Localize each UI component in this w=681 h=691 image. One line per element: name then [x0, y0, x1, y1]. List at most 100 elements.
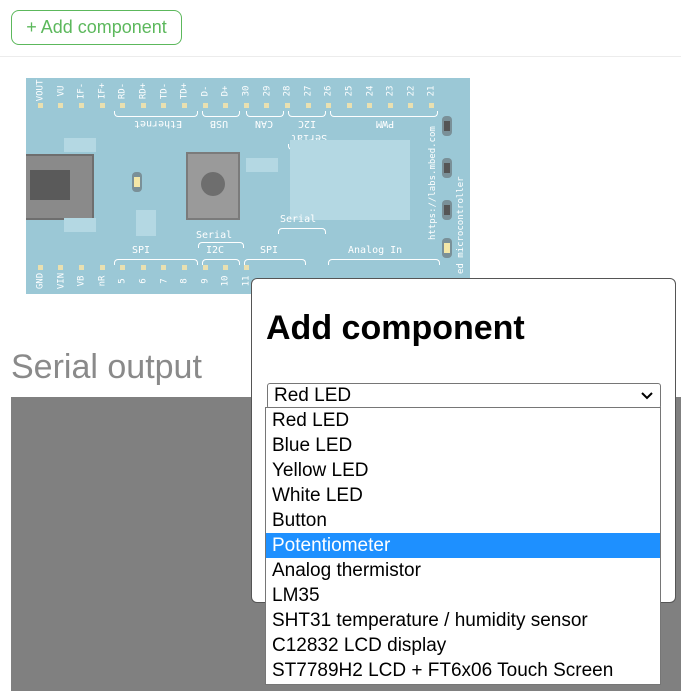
- pin-pad: [58, 265, 64, 270]
- pin-label: 10: [220, 275, 231, 287]
- board-pin: 10: [215, 264, 236, 292]
- component-option[interactable]: Yellow LED: [266, 458, 660, 483]
- usb-connector: [26, 154, 94, 220]
- pin-label: VIN: [55, 272, 66, 290]
- pin-label: 9: [200, 278, 211, 284]
- board-pin: RD-: [112, 80, 133, 108]
- pin-label: 27: [303, 85, 314, 97]
- board-pin: VOUT: [30, 80, 51, 108]
- pin-pad: [223, 103, 229, 108]
- pin-label: 21: [426, 85, 437, 97]
- led-icon: [132, 172, 142, 192]
- pin-pad: [202, 265, 208, 270]
- board-label-i2c-top: I2C: [298, 118, 317, 129]
- board-pin: VIN: [51, 264, 72, 292]
- component-option[interactable]: Blue LED: [266, 433, 660, 458]
- serial-output-title: Serial output: [11, 348, 202, 386]
- board-pin: 28: [277, 80, 298, 108]
- board-pad: [64, 138, 96, 152]
- pin-label: 5: [117, 278, 128, 284]
- bracket: [246, 111, 284, 117]
- bracket: [202, 111, 240, 117]
- pin-pad: [223, 265, 229, 270]
- board-pin: VU: [51, 80, 72, 108]
- board-pin: 29: [257, 80, 278, 108]
- bracket: [330, 111, 438, 117]
- component-option[interactable]: Analog thermistor: [266, 558, 660, 583]
- pin-label: 6: [138, 278, 149, 284]
- pin-label: 29: [261, 85, 272, 97]
- pin-pad: [181, 103, 187, 108]
- component-option[interactable]: Red LED: [266, 408, 660, 433]
- board-pad: [290, 140, 410, 220]
- board-side-text: ed microcontroller: [456, 176, 466, 274]
- board-pin: 27: [298, 80, 319, 108]
- board-label-analog-in: Analog In: [348, 245, 403, 256]
- pin-label: 22: [405, 85, 416, 97]
- add-component-button[interactable]: + Add component: [11, 10, 182, 45]
- pin-label: RD-: [117, 82, 128, 100]
- pin-pad: [99, 103, 105, 108]
- component-option[interactable]: Button: [266, 508, 660, 533]
- pin-label: RD+: [138, 82, 149, 100]
- pin-pad: [202, 103, 208, 108]
- component-select-value: Red LED: [274, 385, 352, 406]
- component-option[interactable]: LM35: [266, 583, 660, 608]
- pin-pad: [161, 265, 167, 270]
- pin-label: 28: [282, 85, 293, 97]
- board-label-serial-left: Serial: [196, 230, 233, 241]
- component-options-list: Red LED Blue LED Yellow LED White LED Button…: [265, 407, 661, 685]
- pin-label: VOUT: [35, 79, 46, 102]
- board-pin: 21: [421, 80, 442, 108]
- pin-label: 23: [385, 85, 396, 97]
- pin-pad: [140, 103, 146, 108]
- component-option[interactable]: C12832 LCD display: [266, 633, 660, 658]
- board-label-spi-left: SPI: [132, 245, 151, 256]
- bracket: [278, 228, 326, 234]
- board-pin: 24: [360, 80, 381, 108]
- board-pin: 25: [339, 80, 360, 108]
- board-pin: D+: [215, 80, 236, 108]
- board-pin: 6: [133, 264, 154, 292]
- board-label-can: CAN: [255, 118, 274, 129]
- board-pin: IF-: [71, 80, 92, 108]
- board-pin: 22: [401, 80, 422, 108]
- pin-label: 25: [344, 85, 355, 97]
- component-select[interactable]: Red LED: [267, 383, 661, 409]
- component-option[interactable]: ST7789H2 LCD + FT6x06 Touch Screen: [266, 658, 660, 683]
- board-label-pwm: PWM: [376, 118, 395, 129]
- board-pin: 23: [380, 80, 401, 108]
- pin-pad: [264, 103, 270, 108]
- pin-label: 8: [179, 278, 190, 284]
- pin-pad: [140, 265, 146, 270]
- component-option[interactable]: Potentiometer: [266, 533, 660, 558]
- top-pin-row: VOUT VU IF- IF+ RD- RD+ TD- TD+ D- D+ 30 29 28 27 26 25…: [30, 80, 442, 108]
- pin-pad: [181, 265, 187, 270]
- pin-pad: [37, 265, 43, 270]
- bracket: [288, 111, 326, 117]
- component-option[interactable]: SHT31 temperature / humidity sensor: [266, 608, 660, 633]
- board-pin: VB: [71, 264, 92, 292]
- board-pin: TD+: [174, 80, 195, 108]
- pin-label: TD+: [179, 82, 190, 100]
- pin-label: 24: [364, 85, 375, 97]
- pin-pad: [284, 103, 290, 108]
- pin-pad: [78, 103, 84, 108]
- pin-label: 7: [158, 278, 169, 284]
- pin-label: IF+: [97, 82, 108, 100]
- board-pad: [64, 218, 96, 232]
- led-icon: [442, 238, 452, 258]
- pin-pad: [429, 103, 435, 108]
- pin-label: VB: [76, 275, 87, 287]
- pin-pad: [58, 103, 64, 108]
- pin-label: 30: [241, 85, 252, 97]
- board-pin: IF+: [92, 80, 113, 108]
- component-option[interactable]: White LED: [266, 483, 660, 508]
- pin-label: VU: [55, 85, 66, 97]
- pin-pad: [78, 265, 84, 270]
- board-pin: 30: [236, 80, 257, 108]
- bracket: [114, 111, 198, 117]
- pin-pad: [243, 265, 249, 270]
- board-url: https://labs.mbed.com: [428, 126, 438, 240]
- board-label-i2c-bottom: I2C: [206, 245, 225, 256]
